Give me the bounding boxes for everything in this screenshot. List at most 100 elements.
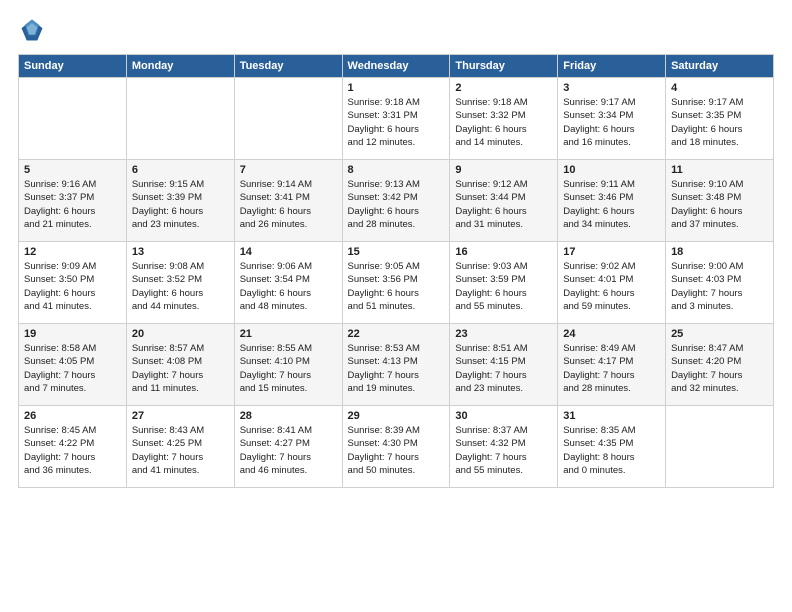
weekday-wednesday: Wednesday [342, 55, 450, 78]
calendar-cell: 20 Sunrise: 8:57 AM Sunset: 4:08 PM Dayli… [126, 324, 234, 406]
day-number: 1 [348, 82, 445, 94]
calendar-cell: 26 Sunrise: 8:45 AM Sunset: 4:22 PM Dayli… [19, 406, 127, 488]
day-info: Sunrise: 8:45 AM Sunset: 4:22 PM Dayligh… [24, 424, 121, 477]
day-info: Sunrise: 9:11 AM Sunset: 3:46 PM Dayligh… [563, 178, 660, 231]
day-number: 17 [563, 246, 660, 258]
day-number: 13 [132, 246, 229, 258]
calendar-cell: 29 Sunrise: 8:39 AM Sunset: 4:30 PM Dayli… [342, 406, 450, 488]
day-number: 27 [132, 410, 229, 422]
calendar-cell: 1 Sunrise: 9:18 AM Sunset: 3:31 PM Daylig… [342, 78, 450, 160]
day-info: Sunrise: 9:09 AM Sunset: 3:50 PM Dayligh… [24, 260, 121, 313]
page: SundayMondayTuesdayWednesdayThursdayFrid… [0, 0, 792, 612]
week-row-2: 5Sunrise: 9:16 AM Sunset: 3:37 PM Daylig… [19, 160, 774, 242]
header [18, 16, 774, 44]
day-number: 16 [455, 246, 552, 258]
calendar-table: SundayMondayTuesdayWednesdayThursdayFrid… [18, 54, 774, 488]
day-number: 26 [24, 410, 121, 422]
calendar-cell: 8 Sunrise: 9:13 AM Sunset: 3:42 PM Daylig… [342, 160, 450, 242]
calendar-cell [126, 78, 234, 160]
day-info: Sunrise: 9:02 AM Sunset: 4:01 PM Dayligh… [563, 260, 660, 313]
day-info: Sunrise: 8:39 AM Sunset: 4:30 PM Dayligh… [348, 424, 445, 477]
day-number: 30 [455, 410, 552, 422]
weekday-friday: Friday [558, 55, 666, 78]
day-info: Sunrise: 8:57 AM Sunset: 4:08 PM Dayligh… [132, 342, 229, 395]
calendar-cell: 9Sunrise: 9:12 AM Sunset: 3:44 PM Daylig… [450, 160, 558, 242]
weekday-tuesday: Tuesday [234, 55, 342, 78]
day-number: 28 [240, 410, 337, 422]
day-info: Sunrise: 8:51 AM Sunset: 4:15 PM Dayligh… [455, 342, 552, 395]
calendar-cell: 2Sunrise: 9:18 AM Sunset: 3:32 PM Daylig… [450, 78, 558, 160]
day-info: Sunrise: 8:37 AM Sunset: 4:32 PM Dayligh… [455, 424, 552, 477]
day-number: 31 [563, 410, 660, 422]
day-info: Sunrise: 9:05 AM Sunset: 3:56 PM Dayligh… [348, 260, 445, 313]
calendar-cell: 21 Sunrise: 8:55 AM Sunset: 4:10 PM Dayli… [234, 324, 342, 406]
calendar-cell: 23Sunrise: 8:51 AM Sunset: 4:15 PM Dayli… [450, 324, 558, 406]
day-number: 11 [671, 164, 768, 176]
day-info: Sunrise: 9:14 AM Sunset: 3:41 PM Dayligh… [240, 178, 337, 231]
day-info: Sunrise: 9:15 AM Sunset: 3:39 PM Dayligh… [132, 178, 229, 231]
weekday-header-row: SundayMondayTuesdayWednesdayThursdayFrid… [19, 55, 774, 78]
calendar-cell: 31 Sunrise: 8:35 AM Sunset: 4:35 PM Dayli… [558, 406, 666, 488]
calendar-cell: 28 Sunrise: 8:41 AM Sunset: 4:27 PM Dayli… [234, 406, 342, 488]
day-number: 20 [132, 328, 229, 340]
calendar-cell: 24 Sunrise: 8:49 AM Sunset: 4:17 PM Dayli… [558, 324, 666, 406]
week-row-5: 26 Sunrise: 8:45 AM Sunset: 4:22 PM Dayli… [19, 406, 774, 488]
calendar-cell [666, 406, 774, 488]
calendar-cell: 10Sunrise: 9:11 AM Sunset: 3:46 PM Dayli… [558, 160, 666, 242]
day-number: 12 [24, 246, 121, 258]
calendar-cell: 16 Sunrise: 9:03 AM Sunset: 3:59 PM Dayli… [450, 242, 558, 324]
calendar-cell [234, 78, 342, 160]
calendar-cell: 30 Sunrise: 8:37 AM Sunset: 4:32 PM Dayli… [450, 406, 558, 488]
day-info: Sunrise: 8:35 AM Sunset: 4:35 PM Dayligh… [563, 424, 660, 477]
day-number: 24 [563, 328, 660, 340]
day-info: Sunrise: 8:47 AM Sunset: 4:20 PM Dayligh… [671, 342, 768, 395]
week-row-1: 1 Sunrise: 9:18 AM Sunset: 3:31 PM Daylig… [19, 78, 774, 160]
day-number: 21 [240, 328, 337, 340]
day-info: Sunrise: 9:13 AM Sunset: 3:42 PM Dayligh… [348, 178, 445, 231]
weekday-thursday: Thursday [450, 55, 558, 78]
day-info: Sunrise: 9:18 AM Sunset: 3:31 PM Dayligh… [348, 96, 445, 149]
day-number: 4 [671, 82, 768, 94]
weekday-monday: Monday [126, 55, 234, 78]
logo [18, 16, 50, 44]
calendar-cell: 18Sunrise: 9:00 AM Sunset: 4:03 PM Dayli… [666, 242, 774, 324]
day-info: Sunrise: 8:41 AM Sunset: 4:27 PM Dayligh… [240, 424, 337, 477]
calendar-cell: 5Sunrise: 9:16 AM Sunset: 3:37 PM Daylig… [19, 160, 127, 242]
day-number: 7 [240, 164, 337, 176]
day-number: 18 [671, 246, 768, 258]
day-info: Sunrise: 8:43 AM Sunset: 4:25 PM Dayligh… [132, 424, 229, 477]
calendar-cell: 27 Sunrise: 8:43 AM Sunset: 4:25 PM Dayli… [126, 406, 234, 488]
day-number: 25 [671, 328, 768, 340]
day-info: Sunrise: 9:12 AM Sunset: 3:44 PM Dayligh… [455, 178, 552, 231]
calendar-cell: 15 Sunrise: 9:05 AM Sunset: 3:56 PM Dayli… [342, 242, 450, 324]
calendar-cell: 13 Sunrise: 9:08 AM Sunset: 3:52 PM Dayli… [126, 242, 234, 324]
day-info: Sunrise: 9:03 AM Sunset: 3:59 PM Dayligh… [455, 260, 552, 313]
day-number: 5 [24, 164, 121, 176]
day-info: Sunrise: 9:17 AM Sunset: 3:34 PM Dayligh… [563, 96, 660, 149]
day-info: Sunrise: 8:49 AM Sunset: 4:17 PM Dayligh… [563, 342, 660, 395]
day-number: 19 [24, 328, 121, 340]
day-number: 22 [348, 328, 445, 340]
day-info: Sunrise: 9:06 AM Sunset: 3:54 PM Dayligh… [240, 260, 337, 313]
day-info: Sunrise: 9:18 AM Sunset: 3:32 PM Dayligh… [455, 96, 552, 149]
day-info: Sunrise: 8:55 AM Sunset: 4:10 PM Dayligh… [240, 342, 337, 395]
day-info: Sunrise: 8:58 AM Sunset: 4:05 PM Dayligh… [24, 342, 121, 395]
calendar-cell [19, 78, 127, 160]
logo-icon [18, 16, 46, 44]
calendar-cell: 14 Sunrise: 9:06 AM Sunset: 3:54 PM Dayli… [234, 242, 342, 324]
calendar-cell: 7 Sunrise: 9:14 AM Sunset: 3:41 PM Daylig… [234, 160, 342, 242]
calendar-cell: 22Sunrise: 8:53 AM Sunset: 4:13 PM Dayli… [342, 324, 450, 406]
day-number: 15 [348, 246, 445, 258]
day-number: 29 [348, 410, 445, 422]
day-number: 3 [563, 82, 660, 94]
weekday-sunday: Sunday [19, 55, 127, 78]
calendar-cell: 12 Sunrise: 9:09 AM Sunset: 3:50 PM Dayli… [19, 242, 127, 324]
day-number: 6 [132, 164, 229, 176]
calendar-cell: 17 Sunrise: 9:02 AM Sunset: 4:01 PM Dayli… [558, 242, 666, 324]
calendar-cell: 11 Sunrise: 9:10 AM Sunset: 3:48 PM Dayli… [666, 160, 774, 242]
day-number: 14 [240, 246, 337, 258]
day-info: Sunrise: 9:10 AM Sunset: 3:48 PM Dayligh… [671, 178, 768, 231]
day-number: 8 [348, 164, 445, 176]
calendar-cell: 6 Sunrise: 9:15 AM Sunset: 3:39 PM Daylig… [126, 160, 234, 242]
day-info: Sunrise: 9:08 AM Sunset: 3:52 PM Dayligh… [132, 260, 229, 313]
